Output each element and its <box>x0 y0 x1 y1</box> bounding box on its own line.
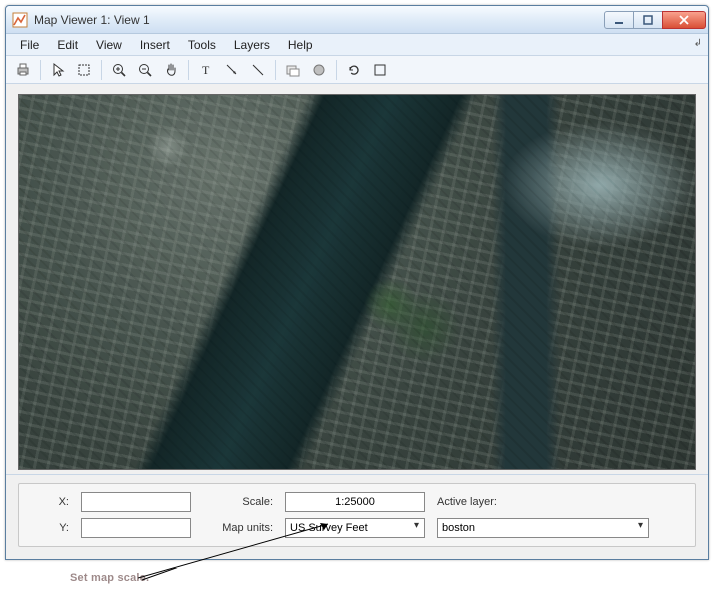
scale-field[interactable] <box>285 492 425 512</box>
svg-text:T: T <box>202 63 210 77</box>
line-tool-icon[interactable] <box>247 59 269 81</box>
menu-edit[interactable]: Edit <box>49 36 86 54</box>
y-field[interactable] <box>81 518 191 538</box>
refresh-icon[interactable] <box>343 59 365 81</box>
active-layer-select[interactable] <box>437 518 649 538</box>
toolbar-separator <box>336 60 337 80</box>
map-area <box>6 84 708 474</box>
map-units-select[interactable] <box>285 518 425 538</box>
active-layer-label: Active layer: <box>437 496 517 508</box>
annotation-label: Set map scale. <box>70 572 149 584</box>
menu-help[interactable]: Help <box>280 36 321 54</box>
x-field[interactable] <box>81 492 191 512</box>
y-label: Y: <box>33 522 69 534</box>
close-button[interactable] <box>662 11 706 29</box>
maximize-button[interactable] <box>633 11 663 29</box>
marquee-icon[interactable] <box>73 59 95 81</box>
menu-insert[interactable]: Insert <box>132 36 178 54</box>
menu-tools[interactable]: Tools <box>180 36 224 54</box>
fit-icon[interactable] <box>369 59 391 81</box>
map-canvas[interactable] <box>18 94 696 470</box>
toolbar-separator <box>188 60 189 80</box>
toolbar-separator <box>101 60 102 80</box>
status-panel: X: Scale: Active layer: Y: Map units: <box>6 474 708 559</box>
menu-file[interactable]: File <box>12 36 47 54</box>
window-controls <box>605 11 706 29</box>
menubar: File Edit View Insert Tools Layers Help … <box>6 34 708 56</box>
toolbar: T <box>6 56 708 84</box>
menu-layers[interactable]: Layers <box>226 36 278 54</box>
identify-icon[interactable] <box>308 59 330 81</box>
text-tool-icon[interactable]: T <box>195 59 217 81</box>
info-icon[interactable] <box>282 59 304 81</box>
window-title: Map Viewer 1: View 1 <box>34 13 605 27</box>
titlebar: Map Viewer 1: View 1 <box>6 6 708 34</box>
units-label: Map units: <box>203 522 273 534</box>
app-icon <box>12 12 28 28</box>
x-label: X: <box>33 496 69 508</box>
status-inner: X: Scale: Active layer: Y: Map units: <box>18 483 696 547</box>
menu-view[interactable]: View <box>88 36 130 54</box>
zoom-out-icon[interactable] <box>134 59 156 81</box>
annotation-arrow <box>140 568 328 608</box>
aerial-imagery <box>19 95 695 469</box>
app-window: Map Viewer 1: View 1 File Edit View Inse… <box>5 5 709 560</box>
print-icon[interactable] <box>12 59 34 81</box>
toolbar-separator <box>275 60 276 80</box>
pan-icon[interactable] <box>160 59 182 81</box>
zoom-in-icon[interactable] <box>108 59 130 81</box>
arrow-tool-icon[interactable] <box>221 59 243 81</box>
minimize-button[interactable] <box>604 11 634 29</box>
scale-label: Scale: <box>203 496 273 508</box>
menu-overflow-icon[interactable]: ↲ <box>694 38 702 49</box>
toolbar-separator <box>40 60 41 80</box>
pointer-icon[interactable] <box>47 59 69 81</box>
